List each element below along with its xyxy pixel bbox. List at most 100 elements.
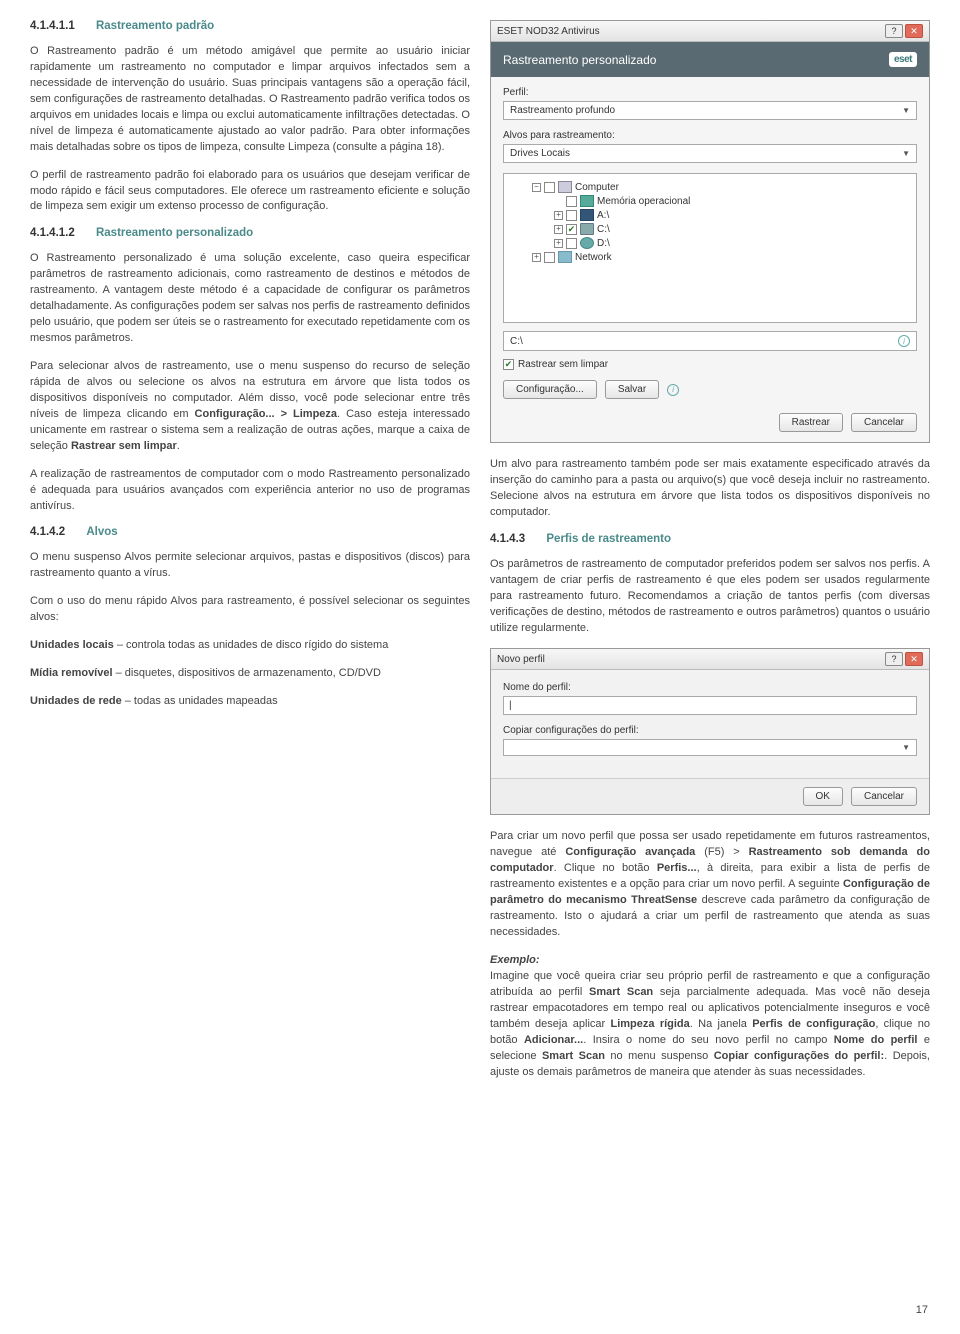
example-label: Exemplo: bbox=[490, 954, 540, 966]
eset-scan-window: ESET NOD32 Antivirus ? ✕ Rastreamento pe… bbox=[490, 20, 930, 443]
help-icon[interactable]: ? bbox=[885, 24, 903, 38]
text: no menu suspenso bbox=[605, 1050, 714, 1062]
text: – disquetes, dispositivos de armazenamen… bbox=[113, 667, 381, 679]
section-number: 4.1.4.2 bbox=[30, 526, 65, 538]
config-button[interactable]: Configuração... bbox=[503, 380, 597, 399]
path-value: C:\ bbox=[510, 336, 523, 347]
text-bold: Mídia removível bbox=[30, 667, 113, 679]
window-controls: ? ✕ bbox=[885, 24, 923, 38]
text: . Insira o nome do seu novo perfil no ca… bbox=[583, 1034, 834, 1046]
close-icon[interactable]: ✕ bbox=[905, 652, 923, 666]
tree-label: D:\ bbox=[597, 238, 610, 249]
text: (F5) > bbox=[695, 846, 748, 858]
save-button[interactable]: Salvar bbox=[605, 380, 659, 399]
copy-profile-dropdown[interactable]: ▼ bbox=[503, 739, 917, 756]
help-icon[interactable]: ? bbox=[885, 652, 903, 666]
text-bold: Perfis... bbox=[657, 862, 697, 874]
heading-4-1-4-2: 4.1.4.2 Alvos bbox=[30, 526, 470, 538]
alvos-dropdown[interactable]: Drives Locais ▼ bbox=[503, 144, 917, 163]
chevron-down-icon: ▼ bbox=[902, 106, 910, 115]
tree-item-a[interactable]: + A:\ bbox=[510, 208, 910, 222]
text-bold: Smart Scan bbox=[542, 1050, 605, 1062]
paragraph: Os parâmetros de rastreamento de computa… bbox=[490, 557, 930, 637]
left-column: 4.1.4.1.1 Rastreamento padrão O Rastream… bbox=[30, 20, 470, 1093]
text-bold: Copiar configurações do perfil: bbox=[714, 1050, 884, 1062]
cancel-button[interactable]: Cancelar bbox=[851, 413, 917, 432]
scan-no-clean-checkbox[interactable]: ✔ Rastrear sem limpar bbox=[503, 359, 917, 370]
close-icon[interactable]: ✕ bbox=[905, 24, 923, 38]
tree-label: C:\ bbox=[597, 224, 610, 235]
text-bold: Rastrear sem limpar bbox=[71, 440, 177, 452]
tree-label: A:\ bbox=[597, 210, 609, 221]
window-titlebar: Novo perfil ? ✕ bbox=[491, 649, 929, 670]
text-bold: Configuração avançada bbox=[565, 846, 695, 858]
paragraph: O perfil de rastreamento padrão foi elab… bbox=[30, 168, 470, 216]
path-input[interactable]: C:\ i bbox=[503, 331, 917, 351]
info-icon[interactable]: i bbox=[667, 384, 679, 396]
computer-icon bbox=[558, 181, 572, 193]
tree-expand-icon[interactable]: + bbox=[554, 239, 563, 248]
info-icon[interactable]: i bbox=[898, 335, 910, 347]
section-title: Perfis de rastreamento bbox=[546, 533, 671, 545]
section-number: 4.1.4.1.2 bbox=[30, 227, 75, 239]
window-title: ESET NOD32 Antivirus bbox=[497, 26, 600, 37]
perfil-dropdown[interactable]: Rastreamento profundo ▼ bbox=[503, 101, 917, 120]
text-bold: Unidades locais bbox=[30, 639, 114, 651]
perfil-value: Rastreamento profundo bbox=[510, 105, 615, 116]
text-bold: Configuração... > Limpeza bbox=[195, 408, 338, 420]
paragraph: Para selecionar alvos de rastreamento, u… bbox=[30, 359, 470, 455]
checkbox-checked-icon[interactable]: ✔ bbox=[566, 224, 577, 235]
tree-item-network[interactable]: + Network bbox=[510, 250, 910, 264]
paragraph: Um alvo para rastreamento também pode se… bbox=[490, 457, 930, 521]
paragraph: O Rastreamento padrão é um método amigáv… bbox=[30, 44, 470, 156]
chevron-down-icon: ▼ bbox=[902, 149, 910, 158]
checkbox-icon[interactable] bbox=[566, 238, 577, 249]
target-tree[interactable]: − Computer Memória operacional + bbox=[503, 173, 917, 323]
profile-name-input[interactable] bbox=[503, 696, 917, 715]
checkbox-icon[interactable] bbox=[566, 210, 577, 221]
tree-item-memory[interactable]: Memória operacional bbox=[510, 194, 910, 208]
tree-item-c[interactable]: + ✔ C:\ bbox=[510, 222, 910, 236]
paragraph: Com o uso do menu rápido Alvos para rast… bbox=[30, 594, 470, 626]
cd-icon bbox=[580, 237, 594, 249]
window-titlebar: ESET NOD32 Antivirus ? ✕ bbox=[491, 21, 929, 42]
config-row: Configuração... Salvar i bbox=[503, 380, 917, 399]
page-number: 17 bbox=[916, 1304, 928, 1316]
network-icon bbox=[558, 251, 572, 263]
eset-header: Rastreamento personalizado eset bbox=[491, 42, 929, 77]
scan-button[interactable]: Rastrear bbox=[779, 413, 843, 432]
profile-name-label: Nome do perfil: bbox=[503, 682, 917, 693]
tree-label: Network bbox=[575, 252, 612, 263]
memory-icon bbox=[580, 195, 594, 207]
text: – todas as unidades mapeadas bbox=[122, 695, 278, 707]
section-title: Alvos bbox=[86, 526, 117, 538]
tree-expand-icon[interactable]: + bbox=[532, 253, 541, 262]
tree-item-computer[interactable]: − Computer bbox=[510, 180, 910, 194]
window-title: Novo perfil bbox=[497, 654, 545, 665]
floppy-icon bbox=[580, 209, 594, 221]
paragraph: Para criar um novo perfil que possa ser … bbox=[490, 829, 930, 941]
alvos-value: Drives Locais bbox=[510, 148, 570, 159]
checkbox-icon[interactable] bbox=[566, 196, 577, 207]
text-bold: Smart Scan bbox=[589, 986, 653, 998]
paragraph: O menu suspenso Alvos permite selecionar… bbox=[30, 550, 470, 582]
text: . Na janela bbox=[690, 1018, 752, 1030]
paragraph: Mídia removível – disquetes, dispositivo… bbox=[30, 666, 470, 682]
checkbox-icon[interactable] bbox=[544, 252, 555, 263]
eset-logo: eset bbox=[889, 52, 917, 67]
section-number: 4.1.4.1.1 bbox=[30, 20, 75, 32]
new-profile-dialog: Novo perfil ? ✕ Nome do perfil: Copiar c… bbox=[490, 648, 930, 815]
ok-button[interactable]: OK bbox=[803, 787, 843, 806]
tree-item-d[interactable]: + D:\ bbox=[510, 236, 910, 250]
tree-expand-icon[interactable]: + bbox=[554, 211, 563, 220]
tree-label: Memória operacional bbox=[597, 196, 690, 207]
checkbox-icon[interactable] bbox=[544, 182, 555, 193]
tree-label: Computer bbox=[575, 182, 619, 193]
section-title: Rastreamento padrão bbox=[96, 20, 214, 32]
checkbox-checked-icon[interactable]: ✔ bbox=[503, 359, 514, 370]
tree-expand-icon[interactable]: + bbox=[554, 225, 563, 234]
text: . bbox=[177, 440, 180, 452]
perfil-label: Perfil: bbox=[503, 87, 917, 98]
tree-collapse-icon[interactable]: − bbox=[532, 183, 541, 192]
cancel-button[interactable]: Cancelar bbox=[851, 787, 917, 806]
